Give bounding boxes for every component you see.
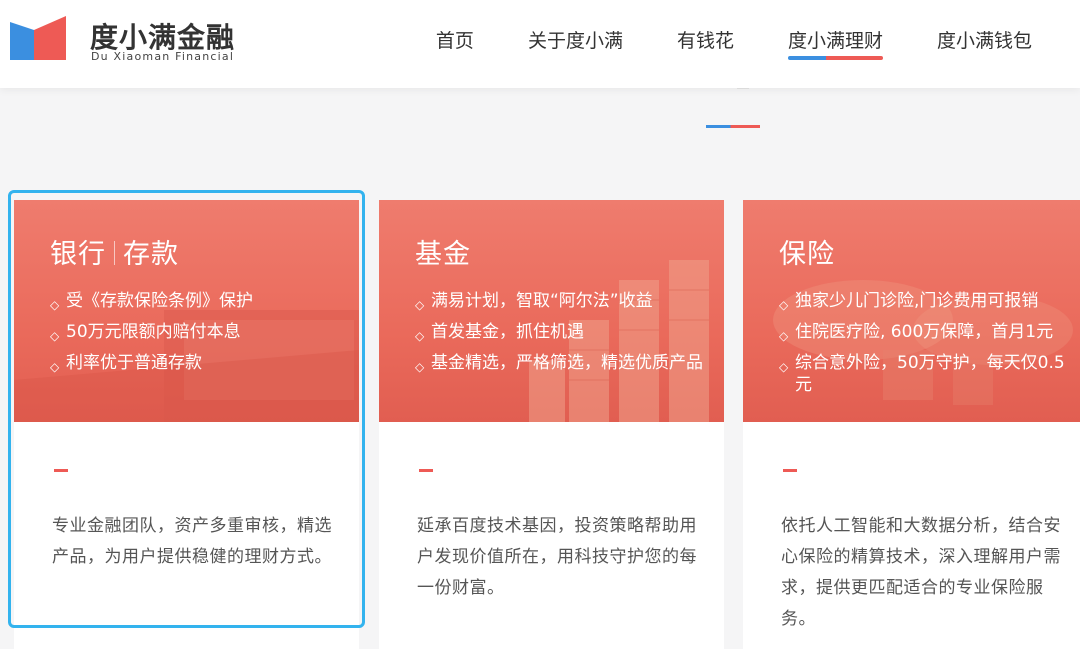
logo-mark-icon bbox=[10, 16, 66, 60]
card-bullet: ◇ 满易计划，智取“阿尔法”收益 bbox=[415, 290, 715, 312]
bullet-text: 满易计划，智取“阿尔法”收益 bbox=[431, 291, 653, 311]
card-bullet: ◇ 首发基金，抓住机遇 bbox=[415, 321, 715, 343]
diamond-icon: ◇ bbox=[779, 360, 789, 374]
card-bullet: ◇ 住院医疗险, 600万保障，首月1元 bbox=[779, 321, 1079, 343]
nav-item-label: 度小满钱包 bbox=[936, 30, 1032, 52]
card-banner: 基金 ◇ 满易计划，智取“阿尔法”收益 ◇ 首发基金，抓住机遇 ◇ 基金精选，严格筛选… bbox=[379, 200, 724, 422]
bullet-text: 基金精选，严格筛选，精选优质产品 bbox=[431, 353, 703, 373]
bullet-text: 独家少儿门诊险,门诊费用可报销 bbox=[795, 291, 1039, 311]
diamond-icon: ◇ bbox=[779, 298, 789, 312]
nav-item-home[interactable]: 首页 bbox=[436, 26, 474, 60]
card-dash bbox=[419, 469, 433, 472]
diamond-icon: ◇ bbox=[50, 329, 60, 343]
site-header: 度小满金融 Du Xiaoman Financial 首页 关于度小满 有钱花 … bbox=[0, 0, 1080, 88]
card-bullets: ◇ 独家少儿门诊险,门诊费用可报销 ◇ 住院医疗险, 600万保障，首月1元 ◇ 综合… bbox=[779, 290, 1079, 405]
section-divider bbox=[706, 125, 760, 128]
nav-item-wealth[interactable]: 度小满理财 bbox=[787, 26, 883, 60]
nav-active-underline bbox=[787, 56, 883, 60]
product-card-fund[interactable]: 基金 ◇ 满易计划，智取“阿尔法”收益 ◇ 首发基金，抓住机遇 ◇ 基金精选，严格筛选… bbox=[379, 200, 724, 649]
diamond-icon: ◇ bbox=[415, 360, 425, 374]
diamond-icon: ◇ bbox=[415, 329, 425, 343]
card-bullet: ◇ 基金精选，严格筛选，精选优质产品 bbox=[415, 352, 715, 374]
card-banner: 保险 ◇ 独家少儿门诊险,门诊费用可报销 ◇ 住院医疗险, 600万保障，首月1元 … bbox=[743, 200, 1080, 422]
bullet-text: 50万元限额内赔付本息 bbox=[66, 322, 241, 342]
bullet-text: 首发基金，抓住机遇 bbox=[431, 322, 584, 342]
card-title: 银行 存款 bbox=[50, 232, 179, 271]
card-bullet: ◇ 综合意外险，50万守护，每天仅0.5元 bbox=[779, 352, 1079, 396]
main-nav: 首页 关于度小满 有钱花 度小满理财 度小满钱包 bbox=[382, 26, 1032, 60]
product-card-insurance[interactable]: 保险 ◇ 独家少儿门诊险,门诊费用可报销 ◇ 住院医疗险, 600万保障，首月1元 … bbox=[743, 200, 1080, 649]
nav-item-label: 首页 bbox=[435, 30, 474, 52]
card-title: 基金 bbox=[415, 239, 471, 270]
card-bullet: ◇ 独家少儿门诊险,门诊费用可报销 bbox=[779, 290, 1079, 312]
card-bullet: ◇ 50万元限额内赔付本息 bbox=[50, 321, 350, 343]
card-bullets: ◇ 满易计划，智取“阿尔法”收益 ◇ 首发基金，抓住机遇 ◇ 基金精选，严格筛选，精选… bbox=[415, 290, 715, 383]
card-title: 保险 bbox=[779, 239, 835, 270]
card-bullets: ◇ 受《存款保险条例》保护 ◇ 50万元限额内赔付本息 ◇ 利率优于普通存款 bbox=[50, 290, 350, 383]
card-description: 依托人工智能和大数据分析，结合安心保险的精算技术，深入理解用户需求，提供更匹配适… bbox=[781, 516, 1061, 629]
card-title-part: 银行 bbox=[50, 239, 106, 270]
card-description: 专业金融团队，资产多重审核，精选产品，为用户提供稳健的理财方式。 bbox=[52, 516, 332, 567]
nav-item-wallet[interactable]: 度小满钱包 bbox=[937, 26, 1032, 60]
bullet-text: 受《存款保险条例》保护 bbox=[66, 291, 253, 311]
product-card-deposit[interactable]: 银行 存款 ◇ 受《存款保险条例》保护 ◇ 50万元限额内赔付本息 ◇ 利率优于普通存款… bbox=[14, 200, 359, 649]
card-dash bbox=[783, 469, 797, 472]
diamond-icon: ◇ bbox=[415, 298, 425, 312]
nav-item-label: 有钱花 bbox=[676, 30, 734, 52]
logo-subtitle: Du Xiaoman Financial bbox=[91, 50, 235, 63]
card-bullet: ◇ 利率优于普通存款 bbox=[50, 352, 350, 374]
card-description: 延承百度技术基因，投资策略帮助用户发现价值所在，用科技守护您的每一份财富。 bbox=[417, 516, 697, 598]
card-dash bbox=[54, 469, 68, 472]
card-banner: 银行 存款 ◇ 受《存款保险条例》保护 ◇ 50万元限额内赔付本息 ◇ 利率优于普通存款 bbox=[14, 200, 359, 422]
bullet-text: 综合意外险，50万守护，每天仅0.5元 bbox=[795, 353, 1065, 395]
nav-item-label: 关于度小满 bbox=[527, 30, 623, 52]
nav-item-youqianhua[interactable]: 有钱花 bbox=[677, 26, 734, 60]
nav-item-about[interactable]: 关于度小满 bbox=[528, 26, 623, 60]
bullet-text: 利率优于普通存款 bbox=[66, 353, 202, 373]
diamond-icon: ◇ bbox=[779, 329, 789, 343]
diamond-icon: ◇ bbox=[50, 360, 60, 374]
nav-item-label: 度小满理财 bbox=[787, 30, 883, 52]
card-title-part: 存款 bbox=[123, 239, 179, 270]
logo[interactable]: 度小满金融 Du Xiaoman Financial bbox=[10, 12, 234, 63]
diamond-icon: ◇ bbox=[50, 298, 60, 312]
title-separator bbox=[114, 241, 115, 265]
card-bullet: ◇ 受《存款保险条例》保护 bbox=[50, 290, 350, 312]
bullet-text: 住院医疗险, 600万保障，首月1元 bbox=[795, 322, 1054, 342]
